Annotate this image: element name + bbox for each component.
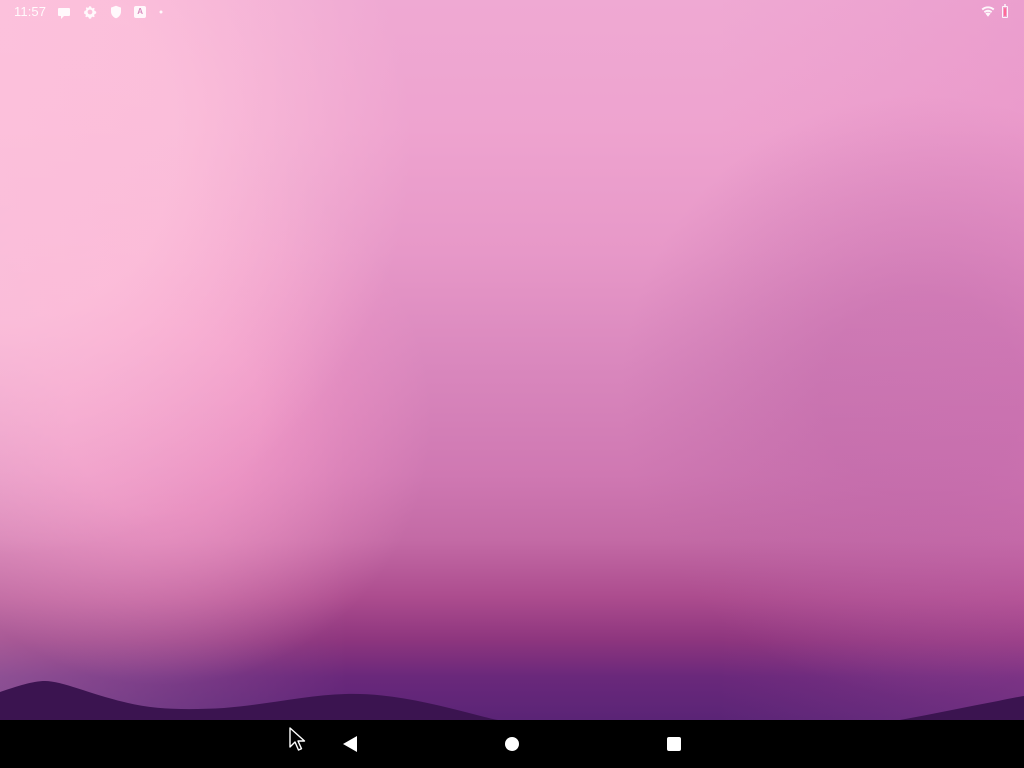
android-home-screen: 11:57 A [0,0,1024,768]
wifi-icon [980,4,996,20]
status-bar-left: 11:57 A [14,0,166,24]
status-time: 11:57 [14,4,47,19]
shield-icon [108,4,124,20]
a-badge-icon: A [134,6,147,18]
battery-icon [1002,4,1008,18]
gear-icon [82,4,98,20]
notification-icon [56,4,72,20]
mouse-pointer-icon [288,727,306,751]
status-bar: 11:57 A [0,0,1024,24]
home-button[interactable] [484,720,540,768]
status-bar-right [980,0,1008,24]
wallpaper [0,0,1024,720]
back-icon [343,736,357,752]
recents-button[interactable] [646,720,702,768]
back-button[interactable] [321,720,377,768]
mountain-silhouette [0,681,1024,720]
recents-icon [667,737,681,751]
dot-icon [156,7,166,17]
navigation-bar [0,720,1024,768]
home-icon [505,737,519,751]
